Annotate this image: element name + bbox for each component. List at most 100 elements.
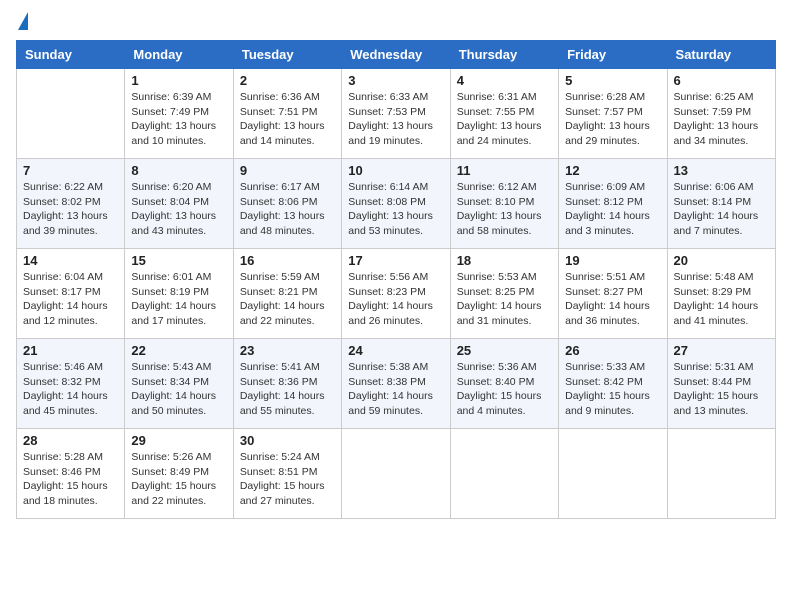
day-info: Sunrise: 6:12 AMSunset: 8:10 PMDaylight:…: [457, 180, 552, 239]
day-number: 15: [131, 253, 226, 268]
day-info: Sunrise: 6:25 AMSunset: 7:59 PMDaylight:…: [674, 90, 769, 149]
day-info: Sunrise: 5:48 AMSunset: 8:29 PMDaylight:…: [674, 270, 769, 329]
calendar-cell: 22 Sunrise: 5:43 AMSunset: 8:34 PMDayligh…: [125, 339, 233, 429]
calendar-table: SundayMondayTuesdayWednesdayThursdayFrid…: [16, 40, 776, 519]
calendar-cell: 12 Sunrise: 6:09 AMSunset: 8:12 PMDayligh…: [559, 159, 667, 249]
calendar-cell: 11Sunrise: 6:12 AMSunset: 8:10 PMDayligh…: [450, 159, 558, 249]
calendar-week-3: 14 Sunrise: 6:04 AMSunset: 8:17 PMDayligh…: [17, 249, 776, 339]
calendar-cell: [450, 429, 558, 519]
calendar-cell: 5Sunrise: 6:28 AMSunset: 7:57 PMDaylight…: [559, 69, 667, 159]
calendar-cell: [342, 429, 450, 519]
day-number: 12: [565, 163, 660, 178]
day-info: Sunrise: 6:17 AMSunset: 8:06 PMDaylight:…: [240, 180, 335, 239]
day-info: Sunrise: 6:14 AMSunset: 8:08 PMDaylight:…: [348, 180, 443, 239]
day-info: Sunrise: 6:20 AMSunset: 8:04 PMDaylight:…: [131, 180, 226, 239]
day-info: Sunrise: 6:22 AMSunset: 8:02 PMDaylight:…: [23, 180, 118, 239]
day-info: Sunrise: 5:41 AMSunset: 8:36 PMDaylight:…: [240, 360, 335, 419]
day-number: 1: [131, 73, 226, 88]
day-info: Sunrise: 6:33 AMSunset: 7:53 PMDaylight:…: [348, 90, 443, 149]
calendar-cell: 16 Sunrise: 5:59 AMSunset: 8:21 PMDayligh…: [233, 249, 341, 339]
calendar-header-saturday: Saturday: [667, 41, 775, 69]
calendar-week-4: 21 Sunrise: 5:46 AMSunset: 8:32 PMDayligh…: [17, 339, 776, 429]
day-number: 9: [240, 163, 335, 178]
calendar-cell: 3 Sunrise: 6:33 AMSunset: 7:53 PMDaylight…: [342, 69, 450, 159]
calendar-cell: 28Sunrise: 5:28 AMSunset: 8:46 PMDayligh…: [17, 429, 125, 519]
day-number: 4: [457, 73, 552, 88]
calendar-cell: [667, 429, 775, 519]
day-number: 27: [674, 343, 769, 358]
day-number: 18: [457, 253, 552, 268]
calendar-cell: 25 Sunrise: 5:36 AMSunset: 8:40 PMDayligh…: [450, 339, 558, 429]
calendar-cell: 7 Sunrise: 6:22 AMSunset: 8:02 PMDaylight…: [17, 159, 125, 249]
day-info: Sunrise: 5:33 AMSunset: 8:42 PMDaylight:…: [565, 360, 660, 419]
day-info: Sunrise: 6:06 AMSunset: 8:14 PMDaylight:…: [674, 180, 769, 239]
day-number: 30: [240, 433, 335, 448]
calendar-header-wednesday: Wednesday: [342, 41, 450, 69]
day-info: Sunrise: 5:36 AMSunset: 8:40 PMDaylight:…: [457, 360, 552, 419]
day-number: 2: [240, 73, 335, 88]
calendar-header-friday: Friday: [559, 41, 667, 69]
day-info: Sunrise: 5:24 AMSunset: 8:51 PMDaylight:…: [240, 450, 335, 509]
calendar-cell: 15 Sunrise: 6:01 AMSunset: 8:19 PMDayligh…: [125, 249, 233, 339]
day-info: Sunrise: 6:04 AMSunset: 8:17 PMDaylight:…: [23, 270, 118, 329]
calendar-cell: 6 Sunrise: 6:25 AMSunset: 7:59 PMDaylight…: [667, 69, 775, 159]
day-number: 22: [131, 343, 226, 358]
calendar-cell: 13 Sunrise: 6:06 AMSunset: 8:14 PMDayligh…: [667, 159, 775, 249]
calendar-cell: 30 Sunrise: 5:24 AMSunset: 8:51 PMDayligh…: [233, 429, 341, 519]
day-number: 24: [348, 343, 443, 358]
day-info: Sunrise: 5:59 AMSunset: 8:21 PMDaylight:…: [240, 270, 335, 329]
day-info: Sunrise: 6:09 AMSunset: 8:12 PMDaylight:…: [565, 180, 660, 239]
logo-triangle-icon: [18, 12, 28, 30]
calendar-cell: 8 Sunrise: 6:20 AMSunset: 8:04 PMDaylight…: [125, 159, 233, 249]
day-number: 19: [565, 253, 660, 268]
calendar-cell: 24 Sunrise: 5:38 AMSunset: 8:38 PMDayligh…: [342, 339, 450, 429]
day-info: Sunrise: 5:31 AMSunset: 8:44 PMDaylight:…: [674, 360, 769, 419]
page-header: [16, 16, 776, 30]
day-info: Sunrise: 6:01 AMSunset: 8:19 PMDaylight:…: [131, 270, 226, 329]
calendar-cell: [559, 429, 667, 519]
day-info: Sunrise: 6:28 AMSunset: 7:57 PMDaylight:…: [565, 90, 660, 149]
calendar-week-2: 7 Sunrise: 6:22 AMSunset: 8:02 PMDaylight…: [17, 159, 776, 249]
logo: [16, 16, 28, 30]
day-info: Sunrise: 5:46 AMSunset: 8:32 PMDaylight:…: [23, 360, 118, 419]
day-number: 8: [131, 163, 226, 178]
day-number: 13: [674, 163, 769, 178]
calendar-header-tuesday: Tuesday: [233, 41, 341, 69]
calendar-cell: 1 Sunrise: 6:39 AMSunset: 7:49 PMDaylight…: [125, 69, 233, 159]
calendar-header-row: SundayMondayTuesdayWednesdayThursdayFrid…: [17, 41, 776, 69]
calendar-week-5: 28Sunrise: 5:28 AMSunset: 8:46 PMDayligh…: [17, 429, 776, 519]
calendar-cell: 9 Sunrise: 6:17 AMSunset: 8:06 PMDaylight…: [233, 159, 341, 249]
calendar-cell: 27 Sunrise: 5:31 AMSunset: 8:44 PMDayligh…: [667, 339, 775, 429]
day-number: 6: [674, 73, 769, 88]
calendar-week-1: 1 Sunrise: 6:39 AMSunset: 7:49 PMDaylight…: [17, 69, 776, 159]
calendar-cell: 17Sunrise: 5:56 AMSunset: 8:23 PMDayligh…: [342, 249, 450, 339]
calendar-cell: 19 Sunrise: 5:51 AMSunset: 8:27 PMDayligh…: [559, 249, 667, 339]
day-info: Sunrise: 6:39 AMSunset: 7:49 PMDaylight:…: [131, 90, 226, 149]
day-number: 25: [457, 343, 552, 358]
calendar-cell: 20 Sunrise: 5:48 AMSunset: 8:29 PMDayligh…: [667, 249, 775, 339]
calendar-cell: 23 Sunrise: 5:41 AMSunset: 8:36 PMDayligh…: [233, 339, 341, 429]
day-number: 16: [240, 253, 335, 268]
day-number: 23: [240, 343, 335, 358]
day-number: 10: [348, 163, 443, 178]
calendar-header-monday: Monday: [125, 41, 233, 69]
day-number: 7: [23, 163, 118, 178]
calendar-cell: 21 Sunrise: 5:46 AMSunset: 8:32 PMDayligh…: [17, 339, 125, 429]
day-info: Sunrise: 5:56 AMSunset: 8:23 PMDaylight:…: [348, 270, 443, 329]
calendar-cell: 18 Sunrise: 5:53 AMSunset: 8:25 PMDayligh…: [450, 249, 558, 339]
day-info: Sunrise: 5:53 AMSunset: 8:25 PMDaylight:…: [457, 270, 552, 329]
day-info: Sunrise: 5:43 AMSunset: 8:34 PMDaylight:…: [131, 360, 226, 419]
calendar-cell: 10 Sunrise: 6:14 AMSunset: 8:08 PMDayligh…: [342, 159, 450, 249]
day-info: Sunrise: 6:36 AMSunset: 7:51 PMDaylight:…: [240, 90, 335, 149]
day-number: 20: [674, 253, 769, 268]
day-number: 26: [565, 343, 660, 358]
calendar-cell: 2 Sunrise: 6:36 AMSunset: 7:51 PMDaylight…: [233, 69, 341, 159]
day-info: Sunrise: 5:28 AMSunset: 8:46 PMDaylight:…: [23, 450, 118, 509]
day-number: 21: [23, 343, 118, 358]
day-info: Sunrise: 6:31 AMSunset: 7:55 PMDaylight:…: [457, 90, 552, 149]
day-info: Sunrise: 5:38 AMSunset: 8:38 PMDaylight:…: [348, 360, 443, 419]
day-number: 3: [348, 73, 443, 88]
day-info: Sunrise: 5:51 AMSunset: 8:27 PMDaylight:…: [565, 270, 660, 329]
calendar-cell: [17, 69, 125, 159]
day-number: 14: [23, 253, 118, 268]
